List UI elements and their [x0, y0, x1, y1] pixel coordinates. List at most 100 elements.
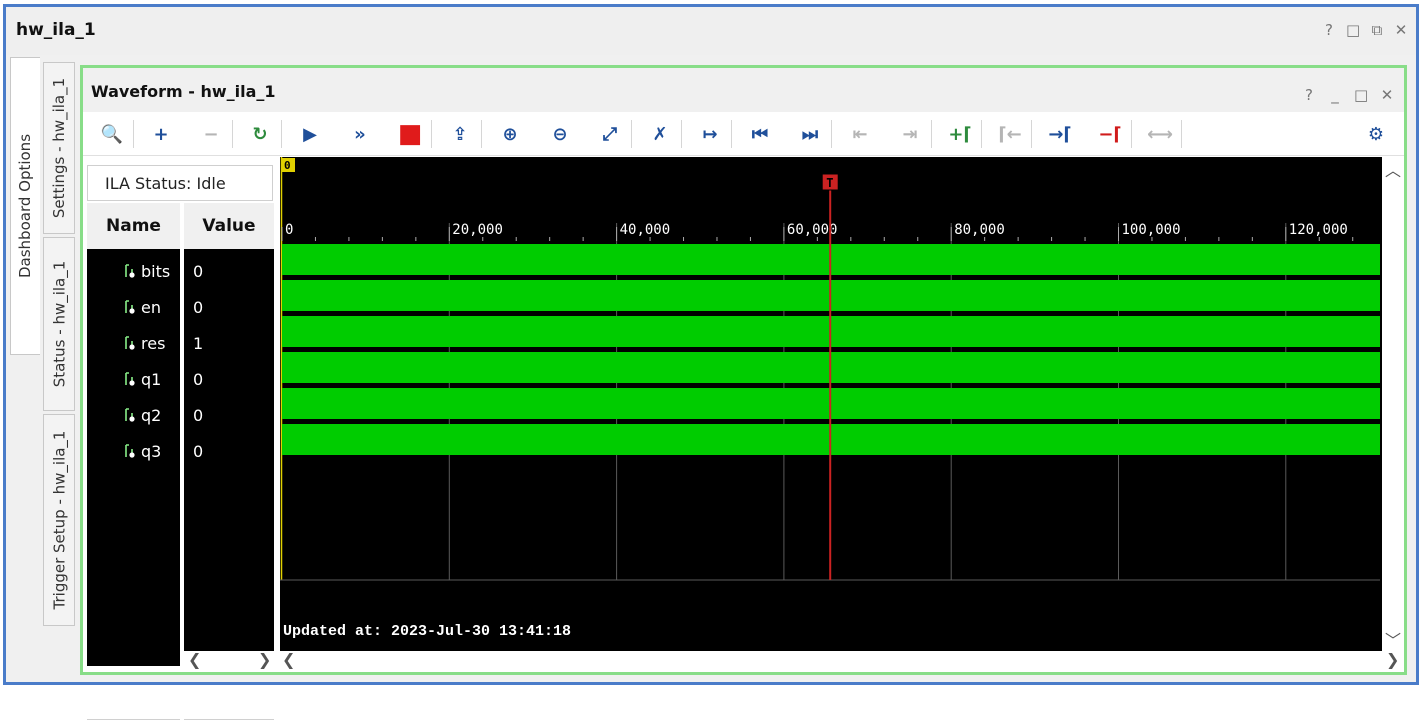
waveform-plot[interactable]: 0 20,000 40,000 60,000 80,000 100,000 120,000T… [280, 157, 1382, 651]
marker-label: 0 [284, 159, 291, 172]
signal-name-row[interactable]: q3 [87, 433, 180, 469]
signal-probe-icon [125, 444, 135, 458]
signal-name: res [141, 333, 166, 353]
scroll-right-icon[interactable]: ❯ [258, 650, 271, 669]
signal-name: en [141, 297, 161, 317]
toolbar-separator [631, 120, 632, 148]
updated-at-text: Updated at: 2023-Jul-30 13:41:18 [283, 623, 571, 640]
tab-label: Trigger Setup - hw_ila_1 [50, 430, 69, 610]
toolbar-separator [1031, 120, 1032, 148]
previous-marker-icon[interactable]: ⌈← [997, 121, 1023, 147]
stop-icon[interactable]: ■ [397, 119, 423, 149]
tab-dashboard-options[interactable]: Dashboard Options [10, 57, 40, 355]
zoom-in-icon[interactable]: ⊕ [497, 121, 523, 147]
zoom-fit-icon[interactable]: ⤢ [597, 121, 623, 147]
toolbar-separator [731, 120, 732, 148]
signal-values-column: Value 0 0 1 0 0 0 [184, 203, 274, 720]
signal-value: 0 [193, 261, 204, 281]
signal-name-row[interactable]: en [87, 289, 180, 325]
settings-gear-icon[interactable]: ⚙ [1363, 121, 1389, 147]
go-to-start-icon[interactable]: ⏮ [747, 121, 773, 147]
window-title: hw_ila_1 [16, 20, 96, 40]
zoom-out-icon[interactable]: ⊖ [547, 121, 573, 147]
scroll-up-icon[interactable]: ︿ [1385, 157, 1401, 181]
signal-name-row[interactable]: bits [87, 253, 180, 289]
signal-value: 0 [193, 369, 204, 389]
next-marker-icon[interactable]: →⌈ [1047, 121, 1073, 147]
scroll-left-icon[interactable]: ❮ [188, 650, 201, 669]
close-icon[interactable]: ✕ [1394, 21, 1408, 39]
search-zoom-icon[interactable]: 🔍 [99, 121, 125, 147]
scroll-left-icon[interactable]: ❮ [282, 650, 295, 669]
signal-value: 0 [193, 297, 204, 317]
float-icon[interactable]: ⧉ [1370, 21, 1384, 39]
signal-value: 0 [193, 405, 204, 425]
window-title-bar: hw_ila_1 ? □ ⧉ ✕ [6, 7, 1416, 55]
values-horizontal-scrollbar[interactable]: ❮ ❯ [184, 650, 274, 671]
waveform-controls: ? _ □ ✕ [1302, 86, 1394, 104]
waveform-title: Waveform - hw_ila_1 [91, 82, 276, 101]
maximize-icon[interactable]: □ [1354, 86, 1368, 104]
minimize-icon[interactable]: _ [1328, 86, 1342, 104]
hardware-manager-window: hw_ila_1 ? □ ⧉ ✕ Dashboard Options Setti… [3, 4, 1419, 720]
tab-trigger-setup[interactable]: Trigger Setup - hw_ila_1 [43, 414, 75, 626]
tab-status[interactable]: Status - hw_ila_1 [43, 237, 75, 411]
toolbar-separator [981, 120, 982, 148]
time-tick-label: 120,000 [1289, 222, 1348, 238]
add-marker-icon[interactable]: +⌈ [947, 121, 973, 147]
signal-value: 1 [193, 333, 204, 353]
signal-probe-icon [125, 372, 135, 386]
add-icon[interactable]: + [148, 121, 174, 147]
remove-icon[interactable]: − [198, 121, 224, 147]
value-column-header[interactable]: Value [184, 203, 274, 249]
go-to-cursor-icon[interactable]: ↦ [697, 121, 723, 147]
tab-label: Settings - hw_ila_1 [50, 77, 69, 219]
time-tick-label: 40,000 [620, 222, 671, 238]
tab-settings[interactable]: Settings - hw_ila_1 [43, 62, 75, 234]
previous-transition-icon[interactable]: ⇤ [847, 121, 873, 147]
toolbar-separator [931, 120, 932, 148]
toolbar-separator [133, 120, 134, 148]
signal-name-row[interactable]: q1 [87, 361, 180, 397]
run-immediate-icon[interactable]: » [347, 121, 373, 147]
waveform-canvas[interactable]: 0 20,000 40,000 60,000 80,000 100,000 120,000 T… [280, 157, 1382, 651]
maximize-icon[interactable]: □ [1346, 21, 1360, 39]
toolbar-separator [481, 120, 482, 148]
run-trigger-immediate-icon[interactable]: ↻ [247, 121, 273, 147]
time-tick-label: 0 [285, 222, 293, 238]
waveform-panel: Waveform - hw_ila_1 ? _ □ ✕ 🔍 + − ↻ ▶ » ■ ⇪ ⊕ ⊖ ⤢ ✗… [80, 65, 1407, 720]
name-column-header[interactable]: Name [87, 203, 180, 249]
toolbar-separator [281, 120, 282, 148]
waveform-toolbar: 🔍 + − ↻ ▶ » ■ ⇪ ⊕ ⊖ ⤢ ✗ ↦ ⏮ ⏭ ⇤ ⇥ +⌈ ⌈← →⌈ −⌈ ⟷ ⚙ [83, 112, 1404, 156]
signal-name-row[interactable]: q2 [87, 397, 180, 433]
delete-marker-icon[interactable]: −⌈ [1097, 121, 1123, 147]
go-to-end-icon[interactable]: ⏭ [797, 121, 823, 147]
toolbar-separator [1181, 120, 1182, 148]
close-icon[interactable]: ✕ [1380, 86, 1394, 104]
waveform-header: Waveform - hw_ila_1 ? _ □ ✕ [83, 68, 1404, 112]
signal-name: q1 [141, 369, 162, 389]
signal-name: q3 [141, 441, 162, 461]
toolbar-separator [831, 120, 832, 148]
side-tab-strip: Dashboard Options Settings - hw_ila_1 St… [10, 57, 80, 677]
signal-probe-icon [125, 264, 135, 278]
help-icon[interactable]: ? [1322, 21, 1336, 39]
signal-value: 0 [193, 441, 204, 461]
signal-name: q2 [141, 405, 162, 425]
next-transition-icon[interactable]: ⇥ [897, 121, 923, 147]
trigger-label: T [826, 176, 833, 190]
scroll-right-icon[interactable]: ❯ [1386, 650, 1399, 669]
waveform-vertical-scrollbar[interactable]: ︿ ﹀ [1382, 157, 1404, 651]
signal-names-column: Name bits en res q1 q2 q3 [87, 203, 180, 720]
toolbar-separator [1131, 120, 1132, 148]
help-icon[interactable]: ? [1302, 86, 1316, 104]
scroll-down-icon[interactable]: ﹀ [1385, 627, 1401, 651]
waveform-horizontal-scrollbar[interactable]: ❮ ❯ [280, 650, 1402, 671]
toolbar-separator [681, 120, 682, 148]
swap-markers-icon[interactable]: ⟷ [1147, 121, 1173, 147]
signal-name-row[interactable]: res [87, 325, 180, 361]
toolbar-separator [232, 120, 233, 148]
cursor-cross-icon[interactable]: ✗ [647, 121, 673, 147]
export-icon[interactable]: ⇪ [447, 121, 473, 147]
run-trigger-icon[interactable]: ▶ [297, 121, 323, 147]
